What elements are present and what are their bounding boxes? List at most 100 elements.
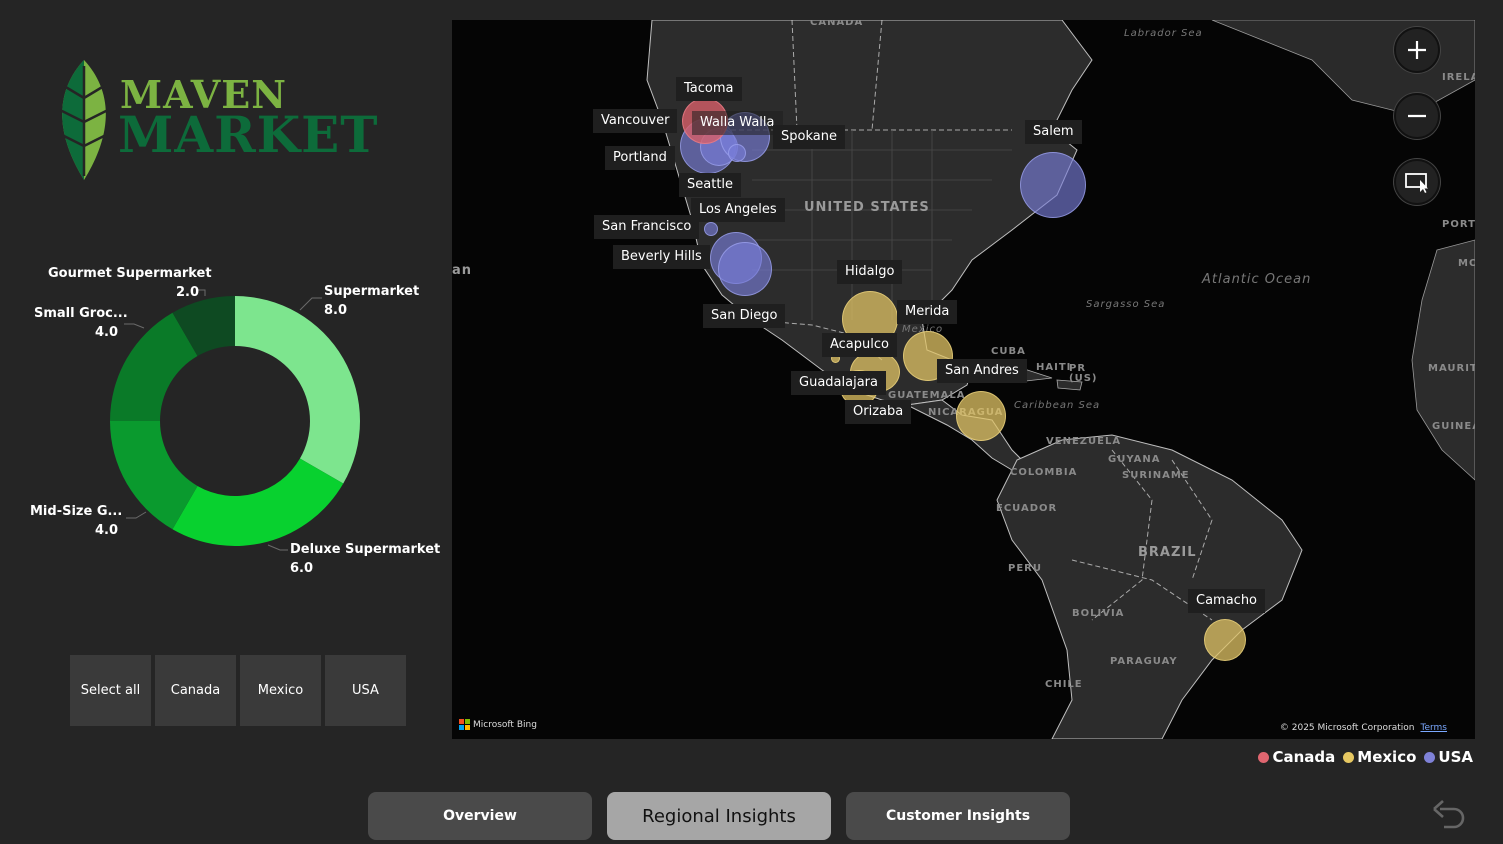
- geo-label: BOLIVIA: [1072, 608, 1125, 619]
- geo-label: IRELA: [1442, 72, 1475, 83]
- donut-label-name: Supermarket: [324, 284, 420, 299]
- city-label-guadalajara: Guadalajara: [791, 371, 886, 395]
- map-legend: Canada Mexico USA: [1258, 748, 1473, 766]
- geo-label: Sargasso Sea: [1086, 299, 1166, 310]
- geo-label: PORTU: [1442, 219, 1475, 230]
- nav-regional-insights-button[interactable]: Regional Insights: [607, 792, 831, 840]
- donut-label-value: 2.0: [175, 285, 199, 300]
- donut-label-name: Gourmet Supermarket: [48, 266, 212, 281]
- geo-label: MO: [1458, 258, 1475, 269]
- copyright-text: © 2025 Microsoft Corporation: [1279, 723, 1415, 733]
- plus-icon: [1408, 41, 1426, 59]
- donut-label-supermarket: Supermarket 8.0: [324, 282, 419, 320]
- geo-label: Labrador Sea: [1124, 28, 1203, 39]
- geo-label: HAITI: [1036, 362, 1072, 373]
- city-label-acapulco: Acapulco: [822, 333, 897, 357]
- slicer-select-all[interactable]: Select all: [70, 655, 151, 726]
- geo-label: PARAGUAY: [1110, 656, 1178, 667]
- city-label-los-angeles: Los Angeles: [691, 198, 785, 222]
- zoom-in-button[interactable]: [1394, 27, 1440, 73]
- bubble-san-francisco[interactable]: [704, 222, 718, 236]
- city-label-seattle: Seattle: [679, 173, 742, 197]
- logo-word-market: MARKET: [118, 105, 379, 164]
- donut-label-gourmet-supermarket: Gourmet Supermarket 2.0: [48, 264, 212, 302]
- bubble-camacho[interactable]: [1204, 619, 1246, 661]
- geo-label: PR (US): [1069, 363, 1098, 384]
- donut-label-value: 8.0: [324, 303, 348, 318]
- maven-market-logo: MAVEN MARKET: [46, 52, 406, 192]
- city-label-san-andres: San Andres: [937, 359, 1027, 383]
- nav-customer-insights-button[interactable]: Customer Insights: [846, 792, 1070, 840]
- city-label-spokane: Spokane: [773, 125, 845, 149]
- nav-overview-button[interactable]: Overview: [368, 792, 592, 840]
- donut-segment-deluxe-supermarket[interactable]: [172, 458, 344, 547]
- bing-attribution: Microsoft Bing: [459, 719, 537, 730]
- legend-label: Canada: [1272, 748, 1336, 766]
- regional-bubble-map[interactable]: CANADA Labrador Sea IRELA UNITED STATES …: [452, 20, 1475, 739]
- back-button[interactable]: [1430, 795, 1468, 837]
- bubble-san-andres[interactable]: [956, 391, 1006, 441]
- city-label-tacoma: Tacoma: [676, 77, 742, 101]
- bing-attribution-text: Microsoft Bing: [473, 719, 537, 730]
- bubble-beverly-hills[interactable]: [718, 242, 772, 296]
- microsoft-logo-icon: [459, 719, 470, 730]
- slicer-canada[interactable]: Canada: [155, 655, 236, 726]
- country-slicer: Select all Canada Mexico USA: [70, 655, 406, 726]
- geo-label: Caribbean Sea: [1014, 400, 1101, 411]
- city-label-san-francisco: San Francisco: [594, 215, 700, 239]
- legend-item-mexico[interactable]: Mexico: [1343, 748, 1416, 766]
- terms-link[interactable]: Terms: [1420, 723, 1447, 733]
- legend-item-canada[interactable]: Canada: [1258, 748, 1335, 766]
- geo-label: COLOMBIA: [1010, 467, 1078, 478]
- store-type-donut-chart: Supermarket 8.0 Deluxe Supermarket 6.0 M…: [0, 255, 450, 595]
- back-arrow-icon: [1433, 800, 1465, 829]
- donut-label-value: 4.0: [94, 325, 118, 340]
- donut-label-mid-size-grocery: Mid-Size G... 4.0: [30, 502, 123, 540]
- geo-label: UNITED STATES: [804, 200, 930, 215]
- donut-label-small-grocery: Small Groc... 4.0: [34, 304, 128, 342]
- slicer-mexico[interactable]: Mexico: [240, 655, 321, 726]
- geo-label: MAURITAN: [1428, 363, 1475, 374]
- legend-label: Mexico: [1357, 748, 1417, 766]
- legend-item-usa[interactable]: USA: [1424, 748, 1473, 766]
- geo-label: VENEZUELA: [1046, 436, 1122, 447]
- city-label-merida: Merida: [897, 300, 958, 324]
- geo-label: PERU: [1008, 563, 1042, 574]
- geo-label: CHILE: [1045, 679, 1083, 690]
- city-label-beverly-hills: Beverly Hills: [613, 245, 710, 269]
- city-label-salem: Salem: [1025, 120, 1082, 144]
- city-label-walla-walla: Walla Walla: [692, 111, 783, 135]
- legend-label: USA: [1438, 748, 1473, 766]
- city-label-san-diego: San Diego: [703, 304, 786, 328]
- donut-label-name: Mid-Size G...: [30, 504, 123, 519]
- leaf-icon: [59, 60, 109, 180]
- slicer-usa[interactable]: USA: [325, 655, 406, 726]
- donut-label-name: Deluxe Supermarket: [290, 542, 441, 557]
- geo-label: CANADA: [810, 20, 864, 28]
- city-label-portland: Portland: [605, 146, 675, 170]
- city-label-orizaba: Orizaba: [845, 400, 912, 424]
- legend-dot: [1258, 751, 1270, 763]
- select-area-icon: [1405, 173, 1428, 193]
- donut-label-deluxe-supermarket: Deluxe Supermarket 6.0: [290, 540, 440, 578]
- donut-label-name: Small Groc...: [34, 306, 128, 321]
- bubble-salem[interactable]: [1020, 152, 1086, 218]
- bubble-walla-walla[interactable]: [728, 144, 746, 162]
- legend-dot: [1343, 751, 1355, 763]
- donut-label-value: 6.0: [290, 561, 314, 576]
- geo-label: an: [452, 263, 473, 278]
- geo-label: SURINAME: [1122, 470, 1190, 481]
- geo-label: GUYANA: [1108, 454, 1161, 465]
- city-label-vancouver: Vancouver: [593, 109, 678, 133]
- select-area-button[interactable]: [1394, 159, 1440, 205]
- donut-label-value: 4.0: [94, 523, 118, 538]
- geo-label: CUBA: [991, 346, 1026, 357]
- geo-label: Atlantic Ocean: [1202, 272, 1312, 287]
- city-label-hidalgo: Hidalgo: [837, 260, 903, 284]
- city-label-camacho: Camacho: [1188, 589, 1266, 613]
- geo-label: GUINEA: [1432, 421, 1475, 432]
- donut-segment-supermarket[interactable]: [235, 296, 361, 484]
- minus-icon: [1408, 114, 1426, 118]
- geo-label: ECUADOR: [996, 503, 1058, 514]
- zoom-out-button[interactable]: [1394, 93, 1440, 139]
